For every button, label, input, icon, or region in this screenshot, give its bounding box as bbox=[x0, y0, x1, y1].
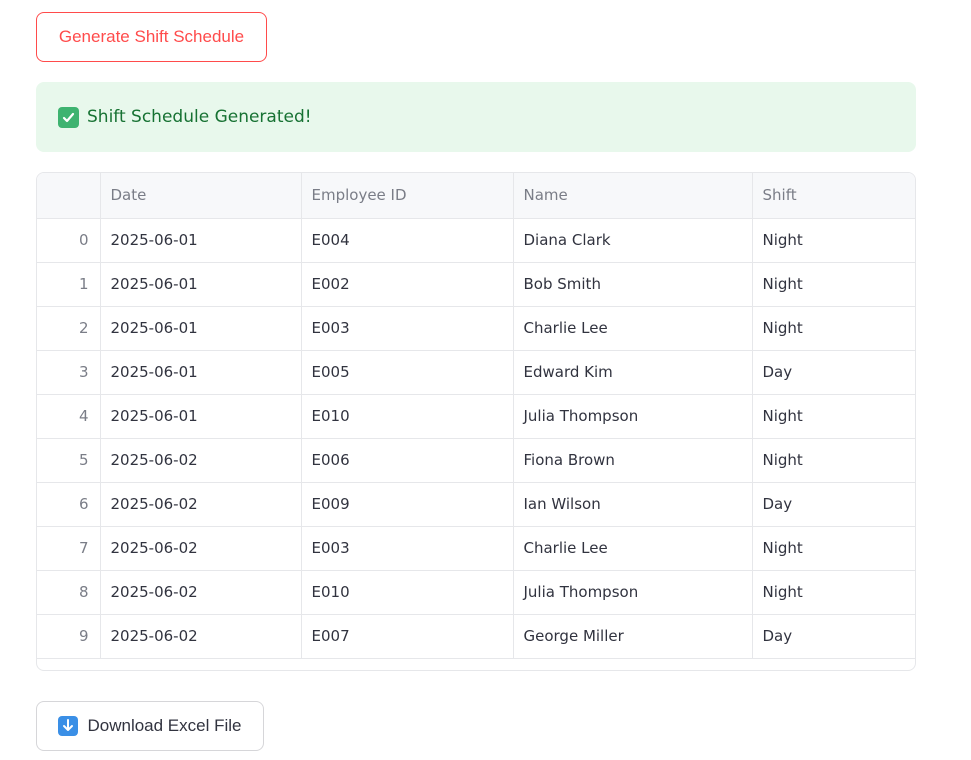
table-row[interactable]: 4 2025-06-01 E010 Julia Thompson Night bbox=[37, 394, 915, 439]
cell-shift[interactable]: Day bbox=[752, 614, 915, 659]
cell-date[interactable]: 2025-06-02 bbox=[100, 438, 302, 483]
cell-employee-id[interactable]: E002 bbox=[301, 262, 514, 307]
cell-index[interactable]: 7 bbox=[37, 526, 101, 571]
cell-shift[interactable]: Night bbox=[752, 526, 915, 571]
cell-date[interactable]: 2025-06-01 bbox=[100, 218, 302, 263]
cell-employee-id[interactable]: E003 bbox=[301, 526, 514, 571]
cell-date[interactable]: 2025-06-02 bbox=[100, 570, 302, 615]
cell-employee-id[interactable]: E006 bbox=[301, 438, 514, 483]
cell-employee-id[interactable]: E003 bbox=[301, 306, 514, 351]
column-header-index[interactable] bbox=[37, 173, 101, 219]
cell-shift[interactable]: Day bbox=[752, 350, 915, 395]
table-row[interactable]: 7 2025-06-02 E003 Charlie Lee Night bbox=[37, 526, 915, 571]
cell-index[interactable]: 3 bbox=[37, 350, 101, 395]
download-excel-button[interactable]: Download Excel File bbox=[36, 701, 264, 751]
cell-shift[interactable]: Night bbox=[752, 438, 915, 483]
cell-employee-id[interactable]: E010 bbox=[301, 570, 514, 615]
cell-date[interactable]: 2025-06-01 bbox=[100, 262, 302, 307]
cell-index[interactable]: 6 bbox=[37, 482, 101, 527]
alert-text: Shift Schedule Generated! bbox=[87, 107, 312, 127]
cell-index[interactable]: 9 bbox=[37, 614, 101, 659]
cell-date[interactable]: 2025-06-01 bbox=[100, 350, 302, 395]
cell-name[interactable]: Fiona Brown bbox=[513, 438, 753, 483]
cell-shift[interactable]: Night bbox=[752, 306, 915, 351]
cell-shift[interactable]: Night bbox=[752, 262, 915, 307]
cell-date[interactable]: 2025-06-01 bbox=[100, 394, 302, 439]
cell-date[interactable]: 2025-06-02 bbox=[100, 482, 302, 527]
column-header-date[interactable]: Date bbox=[100, 173, 302, 219]
cell-shift[interactable]: Night bbox=[752, 570, 915, 615]
cell-name[interactable]: Edward Kim bbox=[513, 350, 753, 395]
table-row[interactable]: 5 2025-06-02 E006 Fiona Brown Night bbox=[37, 438, 915, 483]
cell-date[interactable]: 2025-06-02 bbox=[100, 526, 302, 571]
table-row[interactable]: 9 2025-06-02 E007 George Miller Day bbox=[37, 614, 915, 659]
cell-employee-id[interactable]: E005 bbox=[301, 350, 514, 395]
cell-employee-id[interactable]: E004 bbox=[301, 218, 514, 263]
table-row[interactable]: 2 2025-06-01 E003 Charlie Lee Night bbox=[37, 306, 915, 351]
table-row[interactable]: 1 2025-06-01 E002 Bob Smith Night bbox=[37, 262, 915, 307]
cell-shift[interactable]: Day bbox=[752, 482, 915, 527]
cell-name[interactable]: Charlie Lee bbox=[513, 526, 753, 571]
cell-name[interactable]: George Miller bbox=[513, 614, 753, 659]
table-row[interactable]: 8 2025-06-02 E010 Julia Thompson Night bbox=[37, 570, 915, 615]
cell-date[interactable]: 2025-06-02 bbox=[100, 614, 302, 659]
table-row[interactable]: 3 2025-06-01 E005 Edward Kim Day bbox=[37, 350, 915, 395]
cell-shift[interactable]: Night bbox=[752, 218, 915, 263]
column-header-employee-id[interactable]: Employee ID bbox=[301, 173, 514, 219]
table-row[interactable]: 0 2025-06-01 E004 Diana Clark Night bbox=[37, 218, 915, 263]
generate-shift-schedule-button[interactable]: Generate Shift Schedule bbox=[36, 12, 267, 62]
cell-index[interactable]: 5 bbox=[37, 438, 101, 483]
cell-index[interactable]: 8 bbox=[37, 570, 101, 615]
cell-name[interactable]: Ian Wilson bbox=[513, 482, 753, 527]
cell-name[interactable]: Diana Clark bbox=[513, 218, 753, 263]
cell-name[interactable]: Charlie Lee bbox=[513, 306, 753, 351]
cell-shift[interactable]: Night bbox=[752, 394, 915, 439]
cell-employee-id[interactable]: E007 bbox=[301, 614, 514, 659]
download-button-label: Download Excel File bbox=[87, 716, 242, 735]
column-header-name[interactable]: Name bbox=[513, 173, 753, 219]
cell-index[interactable]: 1 bbox=[37, 262, 101, 307]
cell-index[interactable]: 0 bbox=[37, 218, 101, 263]
cell-index[interactable]: 2 bbox=[37, 306, 101, 351]
check-icon bbox=[58, 106, 79, 128]
table-header-row: Date Employee ID Name Shift bbox=[37, 173, 915, 219]
download-arrow-icon bbox=[58, 716, 79, 736]
cell-employee-id[interactable]: E010 bbox=[301, 394, 514, 439]
cell-date[interactable]: 2025-06-01 bbox=[100, 306, 302, 351]
cell-employee-id[interactable]: E009 bbox=[301, 482, 514, 527]
success-alert: Shift Schedule Generated! bbox=[36, 82, 916, 152]
schedule-table[interactable]: Date Employee ID Name Shift 0 2025-06-01 E… bbox=[36, 172, 916, 671]
cell-index[interactable]: 4 bbox=[37, 394, 101, 439]
cell-name[interactable]: Bob Smith bbox=[513, 262, 753, 307]
cell-name[interactable]: Julia Thompson bbox=[513, 394, 753, 439]
table-row[interactable]: 6 2025-06-02 E009 Ian Wilson Day bbox=[37, 482, 915, 527]
cell-name[interactable]: Julia Thompson bbox=[513, 570, 753, 615]
column-header-shift[interactable]: Shift bbox=[752, 173, 915, 219]
